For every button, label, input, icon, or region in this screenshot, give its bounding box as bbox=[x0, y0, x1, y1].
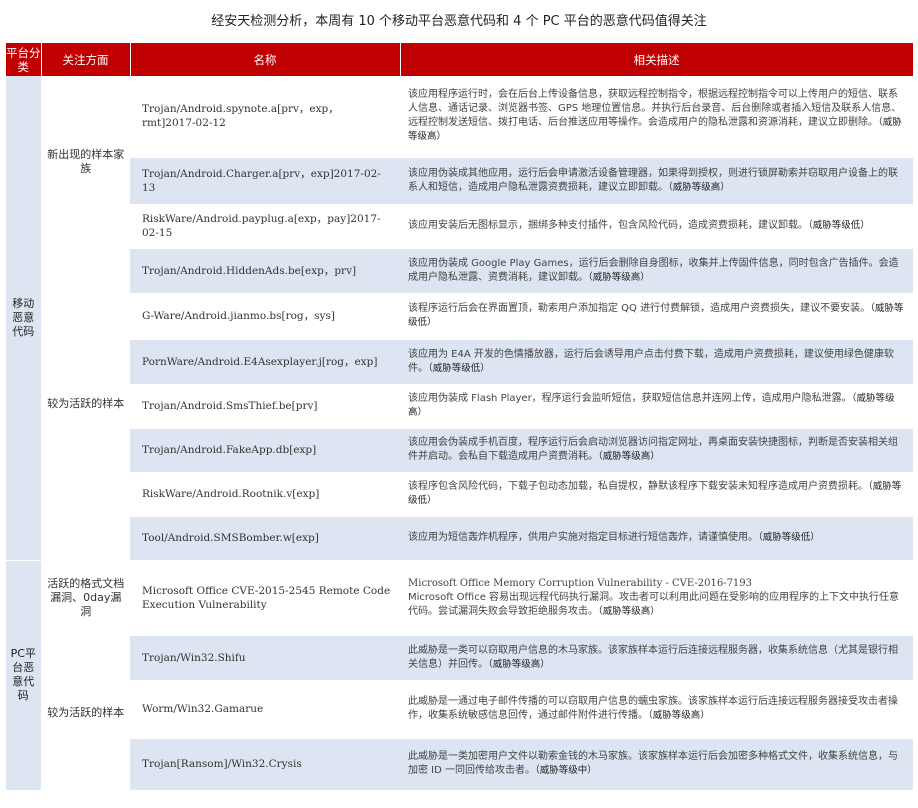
sample-description: 此威胁是一类加密用户文件以勒索金钱的木马家族。该家族样本运行后会加密多种格式文件… bbox=[400, 738, 913, 791]
table-row: PC平台恶意代码 活跃的格式文档漏洞、0day漏洞 Microsoft Offi… bbox=[6, 560, 913, 791]
vuln-title: Microsoft Office Memory Corruption Vulne… bbox=[408, 577, 753, 589]
threat-level: （威胁等级低） bbox=[758, 532, 820, 543]
sample-name: Trojan/Android.Charger.a[prv，exp]2017-02… bbox=[130, 157, 400, 205]
header-description: 相关描述 bbox=[400, 43, 914, 76]
threat-level: （威胁等级低） bbox=[808, 220, 870, 231]
threat-level: （威胁等级低） bbox=[428, 362, 490, 374]
table-row: 移动恶意代码 新出现的样本家族 Trojan/Android.spynote.a… bbox=[6, 76, 913, 561]
aspect-active-pc: 较为活跃的样本 bbox=[41, 635, 130, 791]
sample-name: PornWare/Android.E4Asexplayer.j[rog，exp] bbox=[130, 339, 400, 385]
sample-description: 该应用会伪装成手机百度，程序运行后会启动浏览器访问指定网址，再桌面安装快捷图标，… bbox=[400, 428, 913, 473]
table-row: Worm/Win32.Gamarue 此威胁是一通过电子邮件传播的可以窃取用户信… bbox=[6, 680, 913, 739]
sample-name: Trojan/Android.spynote.a[prv，exp，rmt]201… bbox=[130, 76, 400, 158]
header-category: 平台分类 bbox=[6, 43, 42, 76]
table-row: G-Ware/Android.jianmo.bs[rog，sys] 该程序运行后… bbox=[6, 293, 913, 340]
sample-description: 该应用程序运行时，会在后台上传设备信息，获取远程控制指令，根据远程控制指令可以上… bbox=[400, 76, 913, 158]
header-name: 名称 bbox=[130, 43, 401, 76]
sample-name: Worm/Win32.Gamarue bbox=[130, 680, 400, 739]
sample-name: Microsoft Office CVE-2015-2545 Remote Co… bbox=[130, 560, 400, 636]
category-mobile: 移动恶意代码 bbox=[6, 76, 42, 561]
sample-description: 此威胁是一类可以窃取用户信息的木马家族。该家族样本运行后连接远程服务器，收集系统… bbox=[400, 635, 913, 681]
sample-name: Trojan/Android.FakeApp.db[exp] bbox=[130, 428, 400, 473]
page-title: 经安天检测分析，本周有 10 个移动平台恶意代码和 4 个 PC 平台的恶意代码… bbox=[211, 14, 707, 29]
threat-level: （威胁等级高） bbox=[588, 271, 650, 283]
header-aspect: 关注方面 bbox=[41, 43, 131, 76]
sample-name: RiskWare/Android.payplug.a[exp，pay]2017-… bbox=[130, 204, 400, 249]
table-row: 较为活跃的样本 Trojan/Android.HiddenAds.be[exp，… bbox=[6, 248, 913, 561]
threat-table: 平台分类 关注方面 名称 相关描述 移动恶意代码 新出现的样本家族 Trojan… bbox=[6, 43, 914, 791]
table-row: Tool/Android.SMSBomber.w[exp] 该应用为短信轰炸机程… bbox=[6, 516, 913, 561]
table-row: Trojan/Android.Charger.a[prv，exp]2017-02… bbox=[6, 157, 913, 205]
sample-name: Trojan[Ransom]/Win32.Crysis bbox=[130, 738, 400, 791]
threat-level: （威胁等级高） bbox=[598, 451, 660, 462]
threat-level: （威胁等级高） bbox=[598, 605, 660, 617]
sample-description: 此威胁是一通过电子邮件传播的可以窃取用户信息的蠕虫家族。该家族样本运行后连接远程… bbox=[400, 680, 913, 739]
threat-level: （威胁等级高） bbox=[648, 710, 710, 721]
sample-description: 该应用伪装成 Flash Player，程序运行会监听短信，获取短信信息并连网上… bbox=[400, 384, 913, 429]
sample-description: 该应用伪装成 Google Play Games，运行后会删除自身图标，收集并上… bbox=[400, 248, 913, 294]
table-row: RiskWare/Android.Rootnik.v[exp] 该程序包含风险代… bbox=[6, 472, 913, 517]
table-row: Trojan/Android.SmsThief.be[prv] 该应用伪装成 F… bbox=[6, 384, 913, 429]
sample-name: G-Ware/Android.jianmo.bs[rog，sys] bbox=[130, 293, 400, 340]
threat-level: （威胁等级高） bbox=[668, 181, 730, 193]
table-row: Trojan/Android.FakeApp.db[exp] 该应用会伪装成手机… bbox=[6, 428, 913, 473]
table-row: RiskWare/Android.payplug.a[exp，pay]2017-… bbox=[6, 204, 913, 249]
sample-description: 该应用为短信轰炸机程序，供用户实施对指定目标进行短信轰炸，请谨慎使用。（威胁等级… bbox=[400, 516, 913, 561]
category-pc: PC平台恶意代码 bbox=[6, 560, 42, 791]
sample-description: 该程序运行后会在界面置顶，勒索用户添加指定 QQ 进行付费解锁，造成用户资费损失… bbox=[400, 293, 913, 340]
sample-name: Trojan/Android.SmsThief.be[prv] bbox=[130, 384, 400, 429]
sample-description: 该程序包含风险代码，下载子包动态加载，私自提权，静默该程序下载安装未知程序造成用… bbox=[400, 472, 913, 517]
aspect-doc-vuln: 活跃的格式文档漏洞、0day漏洞 bbox=[41, 560, 130, 636]
threat-level: （威胁等级高） bbox=[488, 658, 550, 670]
aspect-active-mobile: 较为活跃的样本 bbox=[41, 248, 130, 561]
sample-description: Microsoft Office Memory Corruption Vulne… bbox=[400, 560, 913, 636]
sample-name: Tool/Android.SMSBomber.w[exp] bbox=[130, 516, 400, 561]
table-header-row: 平台分类 关注方面 名称 相关描述 bbox=[6, 43, 914, 76]
table-row: 较为活跃的样本 Trojan/Win32.Shifu 此威胁是一类可以窃取用户信… bbox=[6, 635, 913, 791]
table-row: Trojan[Ransom]/Win32.Crysis 此威胁是一类加密用户文件… bbox=[6, 738, 913, 791]
aspect-new-family: 新出现的样本家族 bbox=[41, 76, 130, 249]
sample-description: 该应用安装后无图标显示，捆绑多种支付插件，包含风险代码，造成资费损耗，建议卸载。… bbox=[400, 204, 913, 249]
table-row: PornWare/Android.E4Asexplayer.j[rog，exp]… bbox=[6, 339, 913, 385]
sample-description: 该应用为 E4A 开发的色情播放器，运行后会诱导用户点击付费下载，造成用户资费损… bbox=[400, 339, 913, 385]
sample-name: Trojan/Android.HiddenAds.be[exp，prv] bbox=[130, 248, 400, 294]
sample-name: RiskWare/Android.Rootnik.v[exp] bbox=[130, 472, 400, 517]
sample-description: 该应用伪装成其他应用，运行后会申请激活设备管理器，如果得到授权，则进行锁屏勒索并… bbox=[400, 157, 913, 205]
sample-name: Trojan/Win32.Shifu bbox=[130, 635, 400, 681]
threat-level: （威胁等级中） bbox=[535, 765, 597, 776]
